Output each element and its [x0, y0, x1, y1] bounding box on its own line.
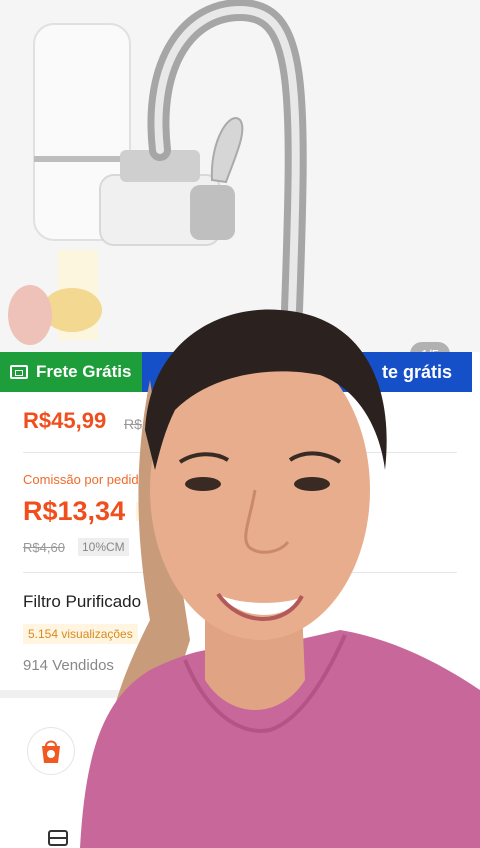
free-shipping-banner: te grátis — [142, 352, 472, 392]
free-shipping-label: Frete Grátis — [36, 362, 132, 381]
views-count: 5.154 visualizações — [23, 624, 138, 644]
sold-count: 914 Vendidos — [23, 657, 114, 674]
divider — [23, 452, 457, 453]
commission-percent-badge: 10%CM — [78, 538, 129, 556]
commission-label: Comissão por pedid — [23, 472, 139, 487]
free-shipping-badge: Frete Grátis — [0, 352, 142, 392]
commission-old-value: R$4,60 — [23, 540, 65, 555]
product-price: R$45,99 — [23, 408, 107, 433]
shopping-bag-icon — [42, 740, 60, 763]
list-icon[interactable] — [48, 830, 68, 846]
commission-value: R$13,34 — [23, 496, 126, 526]
truck-icon — [10, 365, 28, 379]
product-image[interactable] — [0, 0, 480, 352]
section-separator — [0, 690, 480, 698]
product-title[interactable]: Filtro Purificado — [23, 592, 141, 612]
shop-logo-icon[interactable] — [28, 728, 74, 774]
product-old-price: R$ — [124, 416, 142, 432]
free-shipping-banner-label: te grátis — [381, 361, 452, 382]
divider — [23, 572, 457, 573]
commission-tag: Bo — [136, 502, 160, 521]
faucet-filter-illustration — [0, 0, 480, 352]
